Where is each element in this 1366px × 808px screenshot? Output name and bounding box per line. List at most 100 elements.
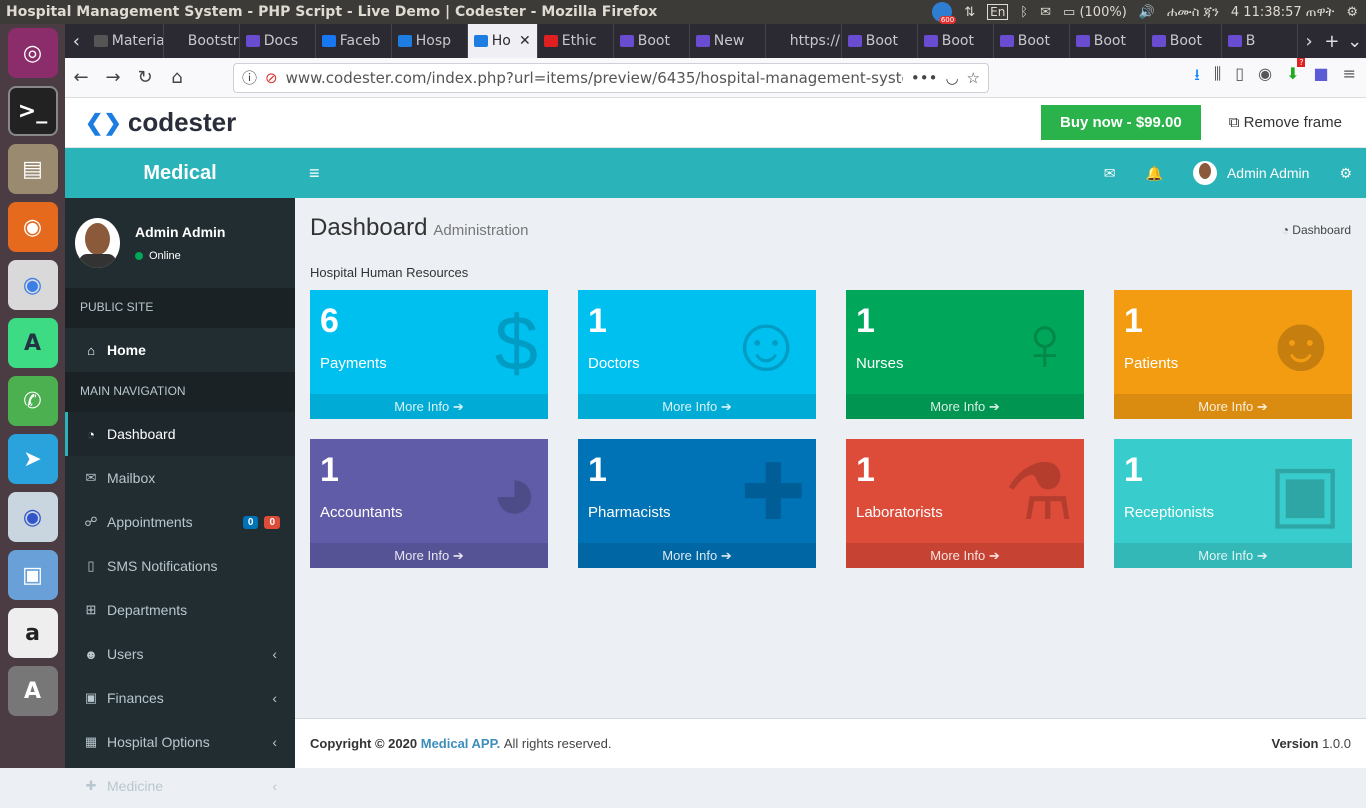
sidebar-item-hospital-options[interactable]: ▦ Hospital Options ‹ — [65, 720, 295, 764]
pocket-icon[interactable]: ◡ — [945, 69, 958, 87]
terminal-icon[interactable]: >_ — [7, 86, 58, 136]
remove-frame-button[interactable]: ⧉ Remove frame — [1229, 114, 1342, 131]
sidebar-item-users[interactable]: ☻ Users ‹ — [65, 632, 295, 676]
home-icon[interactable]: ⌂ — [161, 62, 193, 94]
eye-icon[interactable]: ◉ — [7, 492, 58, 542]
tab-0[interactable]: Material — [88, 24, 164, 58]
more-info-link[interactable]: More Info ➔ — [310, 543, 548, 568]
tab-9[interactable]: https:// — [766, 24, 842, 58]
download-icon[interactable]: ⭳ — [1194, 64, 1200, 91]
tab-7[interactable]: Boot — [614, 24, 690, 58]
url-bar[interactable]: ⓘ ⊘ www.codester.com/index.php?url=items… — [233, 62, 989, 93]
sidebar-item-departments[interactable]: ⊞ Departments — [65, 588, 295, 632]
more-info-link[interactable]: More Info ➔ — [846, 543, 1084, 568]
bluetooth-icon[interactable]: ᛒ — [1020, 5, 1028, 20]
settings-gear-icon[interactable]: ⚙ — [1346, 5, 1358, 20]
tab-6[interactable]: Ethic — [538, 24, 614, 58]
tab-13[interactable]: Boot — [1070, 24, 1146, 58]
library-icon[interactable]: ⫼ — [1214, 64, 1221, 91]
battery-indicator[interactable]: ▭ (100%) — [1063, 5, 1127, 20]
more-info-link[interactable]: More Info ➔ — [578, 543, 816, 568]
android-studio-icon[interactable]: A — [7, 318, 58, 368]
tab-14[interactable]: Boot — [1146, 24, 1222, 58]
tab-overflow-icon[interactable]: ⌄ — [1343, 24, 1366, 58]
user-status-text: Online — [149, 250, 181, 262]
sidebar-toggle-icon[interactable]: ≡ — [309, 163, 320, 184]
tab-label: https:// — [789, 33, 840, 49]
clock[interactable]: 4 11:38:57 ጠዋት — [1231, 5, 1334, 20]
tab-12[interactable]: Boot — [994, 24, 1070, 58]
virtualbox-icon[interactable]: ▣ — [7, 550, 58, 600]
tab-label: Boot — [865, 33, 898, 49]
notifications-bell-icon[interactable]: 🔔 — [1146, 165, 1163, 182]
more-info-link[interactable]: More Info ➔ — [1114, 394, 1352, 419]
sidebar-item-medicine[interactable]: ✚ Medicine ‹ — [65, 764, 295, 808]
telegram-icon[interactable]: ➤ — [7, 434, 58, 484]
user-menu[interactable]: Admin Admin — [1192, 161, 1309, 185]
sidebar-item-mailbox[interactable]: ✉ Mailbox — [65, 456, 295, 500]
control-sidebar-gears-icon[interactable]: ⚙ — [1339, 165, 1352, 182]
brand-logo[interactable]: Medical — [65, 148, 295, 198]
sidebar-icon[interactable]: ▯ — [1235, 64, 1244, 91]
sitemap-icon: ⊞ — [85, 602, 97, 617]
tab-favicon-icon — [923, 35, 938, 47]
account-icon[interactable]: ◉ — [1258, 64, 1272, 91]
tabs-scroll-left-icon[interactable]: ‹ — [65, 24, 88, 58]
addon-download-icon[interactable]: ⬇? — [1286, 58, 1306, 91]
page-actions-icon[interactable]: ••• — [911, 69, 938, 87]
more-info-link[interactable]: More Info ➔ — [846, 394, 1084, 419]
tab-4[interactable]: Hosp — [392, 24, 468, 58]
more-info-link[interactable]: More Info ➔ — [310, 394, 548, 419]
page-subtitle: Administration — [433, 222, 529, 239]
video-addon-icon[interactable]: ■ — [1313, 64, 1328, 91]
stat-count: 6 — [320, 302, 339, 340]
notification-icon[interactable]: 600 — [932, 2, 957, 24]
buy-now-button[interactable]: Buy now - $99.00 — [1041, 105, 1201, 140]
forward-icon[interactable]: → — [97, 62, 129, 94]
more-info-link[interactable]: More Info ➔ — [1114, 543, 1352, 568]
chrome-icon[interactable]: ◉ — [7, 260, 58, 310]
language-indicator[interactable]: En — [987, 4, 1009, 20]
tab-8[interactable]: New — [690, 24, 766, 58]
mail-icon[interactable]: ✉ — [1040, 5, 1051, 20]
amazon-icon[interactable]: a — [7, 608, 58, 658]
tab-2[interactable]: Docs — [240, 24, 316, 58]
sidebar-item-home[interactable]: ⌂ Home — [65, 328, 295, 372]
sidebar-item-label: Dashboard — [107, 426, 176, 442]
tab-1[interactable]: Bootstra — [164, 24, 240, 58]
close-tab-icon[interactable]: ✕ — [519, 33, 531, 49]
breadcrumb[interactable]: ◔ Dashboard — [1282, 223, 1351, 237]
bookmark-star-icon[interactable]: ☆ — [967, 69, 980, 87]
sidebar-item-dashboard[interactable]: ◔ Dashboard — [65, 412, 295, 456]
sidebar-item-finances[interactable]: ▣ Finances ‹ — [65, 676, 295, 720]
back-icon[interactable]: ← — [65, 62, 97, 94]
sidebar-item-appointments[interactable]: ☍ Appointments 0 0 — [65, 500, 295, 544]
messages-envelope-icon[interactable]: ✉ — [1104, 165, 1116, 182]
tab-3[interactable]: Faceb — [316, 24, 392, 58]
network-arrows-icon[interactable]: ⇅ — [964, 5, 975, 20]
codester-logo[interactable]: ❮❯ codester — [85, 107, 236, 138]
new-tab-icon[interactable]: + — [1321, 24, 1344, 58]
tabs-scroll-right-icon[interactable]: › — [1298, 24, 1321, 58]
tab-11[interactable]: Boot — [918, 24, 994, 58]
phone-icon[interactable]: ✆ — [7, 376, 58, 426]
firefox-icon[interactable]: ◉ — [7, 202, 58, 252]
menu-hamburger-icon[interactable]: ≡ — [1343, 64, 1356, 91]
app-link[interactable]: Medical APP. — [421, 736, 500, 751]
chevron-left-icon: ‹ — [272, 734, 277, 750]
clock-prefix: ሐሙስ ጃን — [1166, 4, 1219, 20]
more-info-link[interactable]: More Info ➔ — [578, 394, 816, 419]
tab-5[interactable]: Ho ✕ — [467, 24, 538, 58]
software-icon[interactable]: A — [7, 666, 58, 716]
url-text[interactable]: www.codester.com/index.php?url=items/pre… — [286, 69, 903, 87]
files-icon[interactable]: ▤ — [7, 144, 58, 194]
ubuntu-icon[interactable]: ◎ — [7, 28, 58, 78]
volume-icon[interactable]: 🔊 — [1139, 5, 1155, 20]
reload-icon[interactable]: ↻ — [129, 62, 161, 94]
sidebar-item-sms-notifications[interactable]: ▯ SMS Notifications — [65, 544, 295, 588]
info-icon[interactable]: ⓘ — [242, 67, 257, 88]
stat-label: Receptionists — [1124, 504, 1215, 521]
arrow-circle-right-icon: ➔ — [717, 399, 732, 414]
tab-15[interactable]: B — [1222, 24, 1298, 58]
tab-10[interactable]: Boot — [842, 24, 918, 58]
